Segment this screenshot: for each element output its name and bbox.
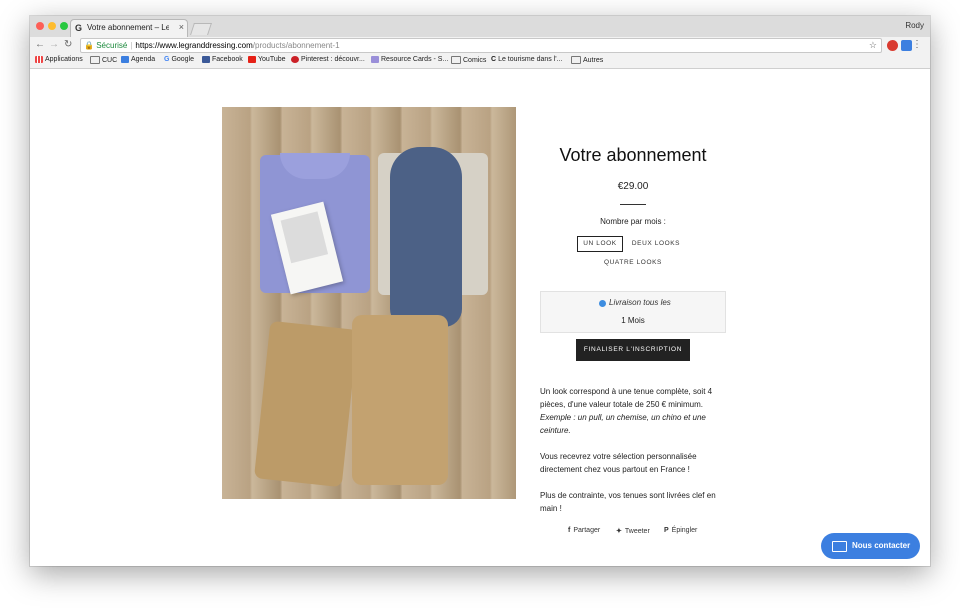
chino-illustration [352, 315, 448, 485]
contact-label: Nous contacter [852, 541, 911, 550]
bookmark-label: Facebook [212, 56, 243, 63]
share-facebook[interactable]: f Partager [568, 527, 600, 534]
bookmark-label: YouTube [258, 56, 286, 63]
lock-icon: 🔒 [84, 41, 94, 50]
chino-illustration [253, 320, 359, 488]
delivery-radio[interactable] [599, 300, 606, 307]
resource-cards-icon [371, 56, 379, 63]
bookmark-star-icon[interactable]: ☆ [869, 39, 877, 52]
address-bar[interactable]: 🔒 Sécurisé | https://www.legranddressing.c… [80, 38, 882, 53]
description-line: Un look correspond à une tenue complète,… [540, 387, 713, 396]
description-line: Plus de contrainte, vos tenues sont livr… [540, 491, 716, 500]
bookmark-label: Google [171, 56, 195, 63]
youtube-icon [248, 56, 256, 63]
pinterest-icon: P [664, 527, 669, 534]
bookmark-pinterest[interactable]: Pinterest : découvr... [291, 56, 365, 63]
product-title: Votre abonnement [559, 145, 707, 165]
description-line: pièces, d'une valeur totale de 250 € min… [540, 400, 703, 409]
share-label: Partager [573, 527, 601, 534]
bookmark-google[interactable]: G Google [164, 56, 194, 63]
product-page: Votre abonnement €29.00 Nombre par mois … [30, 69, 930, 566]
bookmark-label: Resource Cards - S... [381, 56, 449, 63]
option-label: Nombre par mois : [600, 217, 666, 226]
google-favicon-icon: G [75, 23, 83, 33]
folder-icon [571, 56, 581, 64]
bookmark-label: Autres [583, 56, 604, 64]
share-label: Tweeter [624, 528, 650, 535]
description-line: ceinture. [540, 426, 571, 435]
contact-button[interactable]: Nous contacter [821, 533, 920, 559]
bookmark-tourisme[interactable]: C Le tourisme dans l'... [491, 56, 562, 63]
facebook-icon [202, 56, 210, 63]
bookmark-label: Applications [45, 56, 83, 63]
bookmark-facebook[interactable]: Facebook [202, 56, 243, 63]
folder-icon [90, 56, 100, 64]
twitter-icon: ✦ [616, 528, 622, 535]
close-window-icon[interactable] [36, 22, 44, 30]
calendar-icon [121, 56, 129, 63]
maximize-window-icon[interactable] [60, 22, 68, 30]
tab-bar: G Votre abonnement – Le Grand × Rody [30, 16, 930, 38]
minimize-window-icon[interactable] [48, 22, 56, 30]
bookmark-comics[interactable]: Comics [451, 56, 486, 64]
bookmark-agenda[interactable]: Agenda [121, 56, 155, 63]
bookmark-label: CUC [102, 56, 118, 64]
back-arrow-icon[interactable]: ← [35, 39, 45, 50]
browser-toolbar: ← → ↻ 🔒 Sécurisé | https://www.legranddres… [30, 37, 930, 54]
share-pinterest[interactable]: P Épingler [664, 527, 697, 534]
c-logo-icon: C [491, 56, 497, 63]
tab-close-icon[interactable]: × [179, 22, 184, 32]
description-line: Vous recevrez votre sélection personnali… [540, 452, 697, 461]
bookmarks-bar: Applications CUC Agenda G Google Faceboo… [30, 54, 930, 69]
bookmark-applications[interactable]: Applications [35, 56, 83, 63]
delivery-box: Livraison tous les 1 Mois [540, 291, 726, 333]
option-un-look[interactable]: UN LOOK [577, 236, 623, 252]
extension-icon-1[interactable] [887, 40, 898, 51]
url-host: https://www.legranddressing.com [135, 41, 253, 50]
bookmark-cuc[interactable]: CUC [90, 56, 117, 64]
pinterest-icon [291, 56, 299, 63]
browser-menu-icon[interactable]: ⋮ [912, 39, 922, 50]
bookmark-label: Pinterest : découvr... [301, 56, 365, 63]
reload-icon[interactable]: ↻ [64, 39, 72, 50]
product-price: €29.00 [617, 181, 649, 192]
description-line: directement chez vous partout en France … [540, 465, 690, 474]
extension-icon-2[interactable] [901, 40, 912, 51]
share-label: Épingler [671, 527, 698, 534]
bookmark-label: Comics [463, 56, 487, 64]
tab-title: Votre abonnement – Le Grand [87, 23, 169, 32]
finalize-subscription-button[interactable]: FINALISER L'INSCRIPTION [576, 339, 690, 361]
description-line: main ! [540, 504, 562, 513]
bookmark-label: Le tourisme dans l'... [498, 56, 563, 63]
delivery-label: Livraison tous les [609, 298, 671, 307]
bookmark-autres[interactable]: Autres [571, 56, 603, 64]
new-tab-button[interactable] [190, 23, 212, 35]
browser-window: G Votre abonnement – Le Grand × Rody ← →… [30, 16, 930, 566]
option-deux-looks[interactable]: DEUX LOOKS [628, 237, 684, 251]
share-twitter[interactable]: ✦ Tweeter [616, 527, 650, 535]
secure-label: Sécurisé [96, 41, 128, 50]
facebook-icon: f [568, 527, 571, 534]
apps-grid-icon [35, 56, 43, 63]
option-quatre-looks[interactable]: QUATRE LOOKS [602, 256, 664, 270]
folder-icon [451, 56, 461, 64]
product-photo[interactable] [222, 107, 516, 499]
bookmark-label: Agenda [131, 56, 156, 63]
forward-arrow-icon[interactable]: → [49, 39, 59, 50]
envelope-icon [832, 541, 847, 552]
google-icon: G [164, 56, 170, 63]
scarf-illustration [390, 147, 462, 327]
description-line: Exemple : un pull, un chemise, un chino … [540, 413, 706, 422]
divider [620, 204, 646, 205]
profile-name[interactable]: Rody [905, 21, 924, 30]
url-path: /products/abonnement-1 [252, 41, 340, 50]
delivery-frequency-select[interactable]: 1 Mois [541, 316, 725, 325]
browser-tab[interactable]: G Votre abonnement – Le Grand × [70, 19, 188, 38]
bookmark-resource-cards[interactable]: Resource Cards - S... [371, 56, 448, 63]
bookmark-youtube[interactable]: YouTube [248, 56, 286, 63]
